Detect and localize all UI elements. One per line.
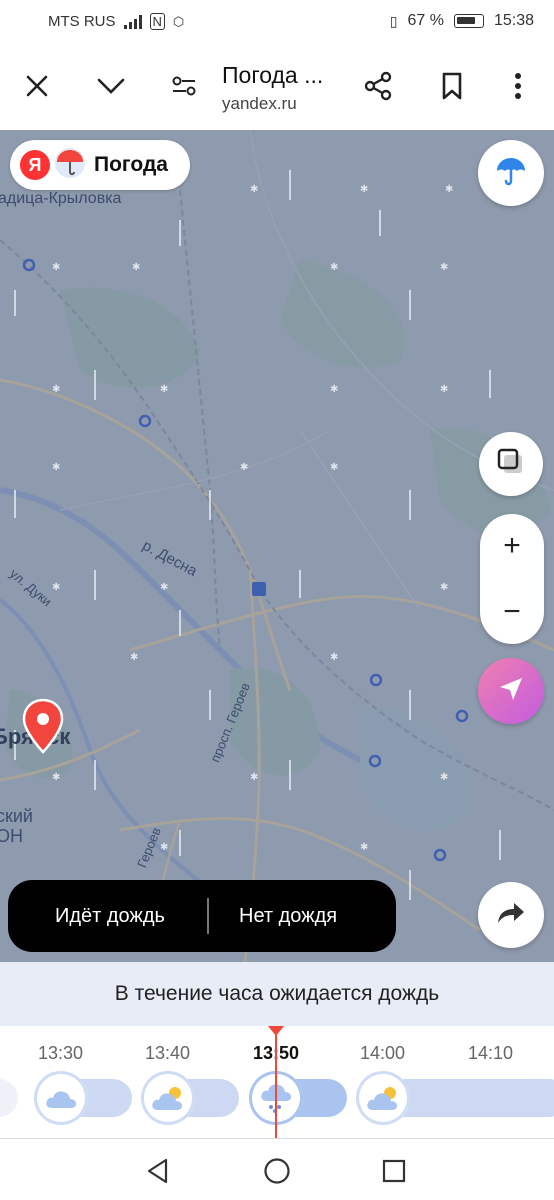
yandex-logo-icon: Я xyxy=(20,150,50,180)
location-pin-icon[interactable] xyxy=(22,698,64,759)
time-tick[interactable]: 14:10 xyxy=(468,1043,513,1064)
time-cursor-handle[interactable] xyxy=(268,1026,284,1036)
zoom-in-button[interactable]: + xyxy=(480,514,544,578)
status-bar: MTS RUS N ⬡ ▯ 67 % 15:38 xyxy=(0,0,554,44)
precipitation-layer-button[interactable] xyxy=(478,140,544,206)
svg-text:✱: ✱ xyxy=(440,262,448,273)
brand-name: Погода xyxy=(94,153,168,176)
svg-text:✱: ✱ xyxy=(250,184,258,195)
share-icon[interactable] xyxy=(358,64,398,108)
battery-percent: 67 % xyxy=(407,12,444,29)
recent-apps-icon[interactable] xyxy=(374,1151,414,1191)
svg-text:✱: ✱ xyxy=(440,384,448,395)
browser-toolbar: Погода ... yandex.ru xyxy=(0,44,554,130)
svg-text:✱: ✱ xyxy=(360,184,368,195)
svg-text:✱: ✱ xyxy=(445,184,453,195)
timeline-segment xyxy=(0,1079,18,1117)
partly-cloudy-icon xyxy=(356,1071,410,1125)
cloudy-icon xyxy=(34,1071,88,1125)
svg-text:✱: ✱ xyxy=(160,842,168,853)
time-tick[interactable]: 13:30 xyxy=(38,1043,83,1064)
battery-icon xyxy=(453,14,484,28)
no-rain-option-button[interactable]: Нет дождя xyxy=(239,880,337,952)
svg-text:✱: ✱ xyxy=(360,842,368,853)
time-tick[interactable]: 14:00 xyxy=(360,1043,405,1064)
partly-cloudy-icon xyxy=(141,1071,195,1125)
map-label-village: адица-Крыловка xyxy=(0,190,122,207)
toggle-divider xyxy=(207,898,209,934)
my-location-button[interactable] xyxy=(478,658,544,724)
svg-text:✱: ✱ xyxy=(240,462,248,473)
yandex-weather-logo[interactable]: Я Погода xyxy=(10,140,190,190)
signal-icon xyxy=(123,14,142,29)
time-cursor[interactable] xyxy=(275,1030,277,1138)
site-settings-icon[interactable] xyxy=(164,64,204,108)
time-slider[interactable]: 13:30 13:40 13:50 14:00 14:10 xyxy=(0,1026,554,1138)
svg-text:✱: ✱ xyxy=(160,384,168,395)
home-icon[interactable] xyxy=(257,1151,297,1191)
screen-record-icon: ⬡ xyxy=(172,13,185,29)
svg-text:✱: ✱ xyxy=(52,582,60,593)
svg-text:✱: ✱ xyxy=(52,462,60,473)
vibrate-icon: ▯ xyxy=(389,12,398,29)
svg-text:✱: ✱ xyxy=(52,262,60,273)
more-menu-icon[interactable] xyxy=(498,64,538,108)
back-icon[interactable] xyxy=(138,1151,178,1191)
system-navigation-bar xyxy=(0,1138,554,1200)
layers-button[interactable] xyxy=(479,432,543,496)
svg-text:✱: ✱ xyxy=(330,652,338,663)
clock: 15:38 xyxy=(493,12,534,29)
svg-text:✱: ✱ xyxy=(330,262,338,273)
forecast-text: В течение часа ожидается дождь xyxy=(114,982,440,1005)
svg-text:✱: ✱ xyxy=(440,582,448,593)
forecast-summary: В течение часа ожидается дождь xyxy=(0,962,554,1026)
svg-text:✱: ✱ xyxy=(250,772,258,783)
page-title: Погода ... xyxy=(222,62,324,88)
umbrella-icon xyxy=(495,155,527,192)
time-tick[interactable]: 13:40 xyxy=(145,1043,190,1064)
layers-icon xyxy=(496,447,526,482)
zoom-control: + − xyxy=(480,514,544,644)
svg-text:✱: ✱ xyxy=(440,772,448,783)
close-icon[interactable] xyxy=(17,64,57,108)
map-label-district-2: ОН xyxy=(0,826,23,846)
zoom-out-button[interactable]: − xyxy=(480,580,544,644)
share-map-button[interactable] xyxy=(478,882,544,948)
rain-option-button[interactable]: Идёт дождь xyxy=(55,880,165,952)
svg-text:✱: ✱ xyxy=(330,384,338,395)
svg-text:✱: ✱ xyxy=(132,262,140,273)
nfc-icon: N xyxy=(149,13,165,30)
svg-text:✱: ✱ xyxy=(52,384,60,395)
carrier-label: MTS RUS xyxy=(48,13,116,30)
navigation-arrow-icon xyxy=(497,675,525,708)
map-layer: ✱ ✱ ✱ ✱ ✱ ✱ ✱ ✱ ✱ ✱ ✱ ✱ ✱ ✱ ✱ ✱ ✱ ✱ ✱ ✱ ✱ ✱ ✱ ✱ xyxy=(0,130,554,962)
map-label-district: ский xyxy=(0,806,33,826)
chevron-down-icon[interactable] xyxy=(91,64,131,108)
share-arrow-icon xyxy=(497,901,525,930)
svg-text:✱: ✱ xyxy=(330,462,338,473)
umbrella-logo-icon xyxy=(54,147,86,184)
svg-text:✱: ✱ xyxy=(130,652,138,663)
precipitation-map[interactable]: ✱ ✱ ✱ ✱ ✱ ✱ ✱ ✱ ✱ ✱ ✱ ✱ ✱ ✱ ✱ ✱ ✱ ✱ ✱ ✱ ✱ ✱ ✱ ✱ адица-Кр… xyxy=(0,130,554,962)
svg-text:✱: ✱ xyxy=(160,582,168,593)
svg-text:✱: ✱ xyxy=(52,772,60,783)
page-url: yandex.ru xyxy=(222,94,297,113)
bookmark-icon[interactable] xyxy=(432,64,472,108)
rain-filter-toggle: Идёт дождь Нет дождя xyxy=(8,880,396,952)
